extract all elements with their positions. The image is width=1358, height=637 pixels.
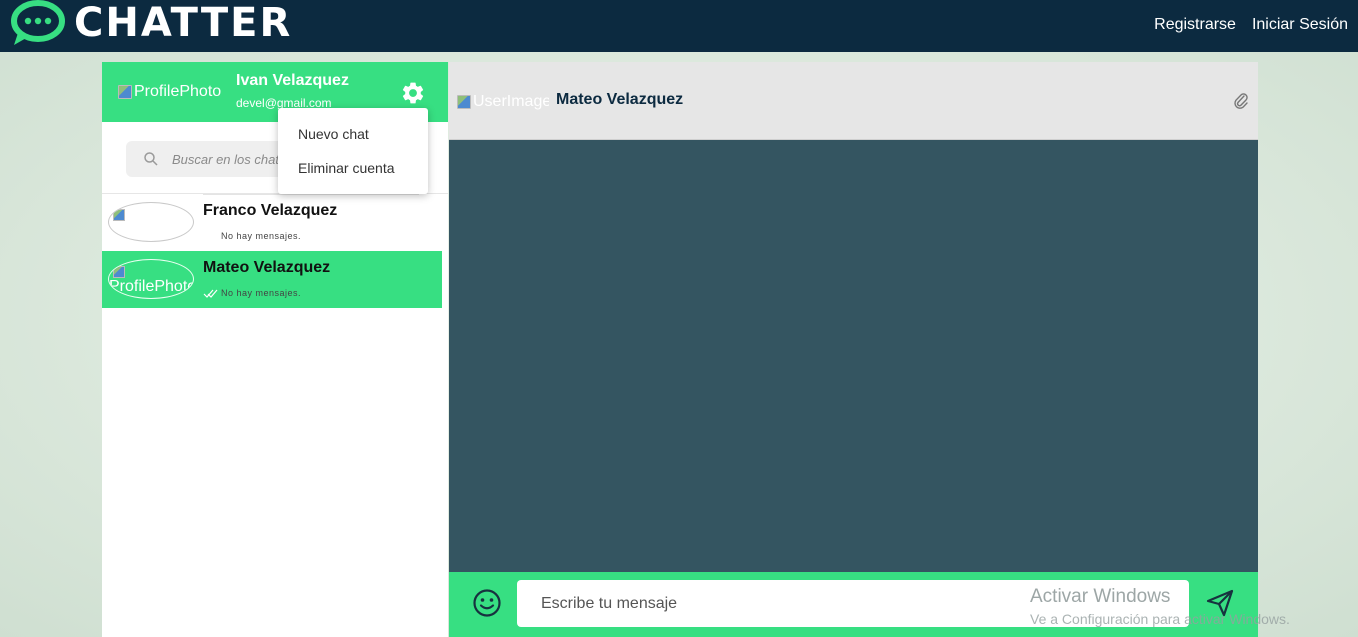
logo[interactable]: CHATTER xyxy=(10,0,292,48)
windows-activation-subtitle: Ve a Configuración para activar Windows. xyxy=(1030,611,1290,627)
chat-contact-name: Mateo Velazquez xyxy=(556,91,684,108)
contact-avatar xyxy=(108,202,194,242)
logo-text: CHATTER xyxy=(74,0,293,46)
contact-avatar: ProfilePhoto xyxy=(108,259,194,299)
menu-item-delete-account[interactable]: Eliminar cuenta xyxy=(298,160,395,176)
contact-last-message: No hay mensajes. xyxy=(221,288,302,298)
profile-photo-alt: ProfilePhoto xyxy=(134,83,222,100)
chat-header: UserImage Mateo Velazquez xyxy=(449,62,1258,140)
login-link[interactable]: Iniciar Sesión xyxy=(1252,16,1348,34)
register-link[interactable]: Registrarse xyxy=(1154,16,1236,34)
settings-menu: Nuevo chat Eliminar cuenta xyxy=(278,108,428,194)
profile-name: Ivan Velazquez xyxy=(236,72,349,89)
gear-icon[interactable] xyxy=(400,80,426,106)
broken-image-icon xyxy=(113,209,125,221)
divider xyxy=(203,194,419,195)
search-icon xyxy=(144,152,158,166)
double-check-icon xyxy=(203,289,218,298)
contact-avatar-alt: ProfilePhoto xyxy=(109,278,194,295)
contact-name: Mateo Velazquez xyxy=(203,259,331,276)
menu-item-new-chat[interactable]: Nuevo chat xyxy=(298,126,369,142)
top-nav: Registrarse Iniciar Sesión xyxy=(1154,16,1348,34)
chat-bubbles-logo-icon xyxy=(11,0,65,45)
chat-user-image[interactable]: UserImage xyxy=(457,92,549,112)
chat-messages-area[interactable] xyxy=(449,140,1258,572)
top-bar: CHATTER Registrarse Iniciar Sesión xyxy=(0,0,1358,52)
windows-activation-title: Activar Windows xyxy=(1030,586,1171,607)
profile-photo[interactable]: ProfilePhoto xyxy=(118,82,222,102)
contact-item-franco[interactable]: Franco Velazquez No hay mensajes. xyxy=(102,194,442,251)
paperclip-icon[interactable] xyxy=(1233,92,1249,110)
contact-last-message: No hay mensajes. xyxy=(221,231,302,241)
contact-item-mateo[interactable]: ProfilePhoto Mateo Velazquez No hay mens… xyxy=(102,251,442,308)
contact-name: Franco Velazquez xyxy=(203,202,338,219)
chat-user-image-alt: UserImage xyxy=(473,93,549,110)
broken-image-icon xyxy=(118,85,132,99)
smiley-icon[interactable] xyxy=(472,588,502,618)
broken-image-icon xyxy=(113,266,125,278)
broken-image-icon xyxy=(457,95,471,109)
